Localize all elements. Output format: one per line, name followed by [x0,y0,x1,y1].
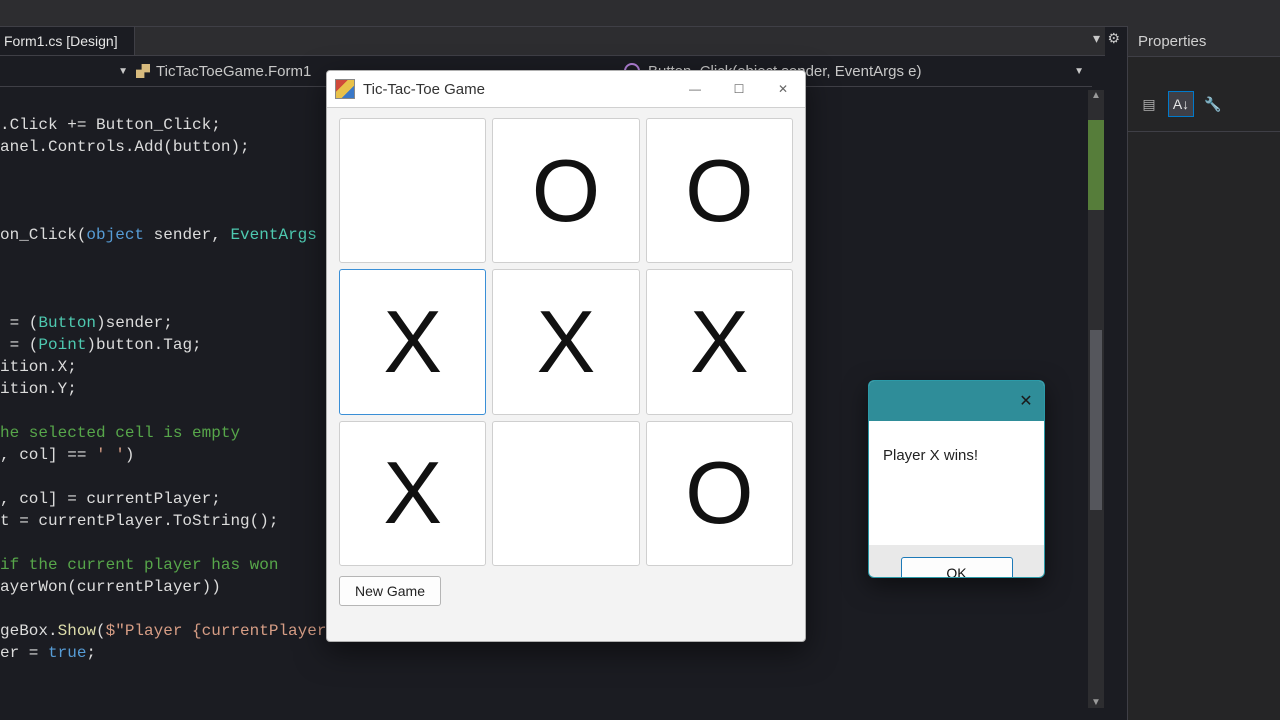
board-cell-6[interactable]: X [339,421,486,566]
editor-scrollbar[interactable]: ▲ ▼ [1088,90,1104,708]
chevron-down-icon: ▼ [118,66,128,77]
close-icon[interactable]: ✕ [1016,391,1036,411]
scrollbar-thumb[interactable] [1090,330,1102,510]
tab-settings-gear-icon[interactable]: ⚙ [1107,30,1120,47]
class-icon [136,64,150,78]
game-board: OOXXXXO [327,108,805,572]
board-cell-5[interactable]: X [646,269,793,414]
document-tab-strip: Form1.cs [Design] [0,26,1105,56]
board-cell-7[interactable] [492,421,639,566]
scroll-region-indicator [1088,120,1104,210]
minimize-button[interactable]: — [673,71,717,107]
scroll-up-icon[interactable]: ▲ [1088,90,1104,101]
tab-overflow-dropdown-icon[interactable]: ▾ [1093,30,1100,47]
properties-panel: Properties ▤ A↓ 🔧 [1127,26,1280,720]
board-cell-2[interactable]: O [646,118,793,263]
board-cell-4[interactable]: X [492,269,639,414]
board-cell-3[interactable]: X [339,269,486,414]
message-box-titlebar[interactable]: ✕ [869,381,1044,421]
categorized-view-button[interactable]: ▤ [1136,91,1162,117]
message-box-text: Player X wins! [869,421,1044,545]
board-cell-1[interactable]: O [492,118,639,263]
nav-class-label: TicTacToeGame.Form1 [156,63,311,80]
chevron-down-icon: ▼ [1074,66,1084,77]
properties-title: Properties [1128,26,1280,57]
scroll-down-icon[interactable]: ▼ [1088,697,1104,708]
alphabetical-view-button[interactable]: A↓ [1168,91,1194,117]
nav-scope-dropdown[interactable]: ▼ [0,66,136,77]
window-title: Tic-Tac-Toe Game [363,81,673,98]
board-cell-0[interactable] [339,118,486,263]
message-box-footer: OK [869,545,1044,578]
ok-button[interactable]: OK [901,557,1013,578]
tab-label: Form1.cs [Design] [4,33,118,49]
close-button[interactable]: ✕ [761,71,805,107]
new-game-button[interactable]: New Game [339,576,441,606]
ide-top-toolbar [0,0,1280,27]
maximize-button[interactable]: ☐ [717,71,761,107]
winforms-app-icon [335,79,355,99]
tab-form-designer[interactable]: Form1.cs [Design] [0,27,135,55]
property-pages-button[interactable]: 🔧 [1200,91,1226,117]
board-cell-8[interactable]: O [646,421,793,566]
message-box: ✕ Player X wins! OK [868,380,1045,578]
properties-toolbar: ▤ A↓ 🔧 [1128,57,1280,132]
tic-tac-toe-window: Tic-Tac-Toe Game — ☐ ✕ OOXXXXO New Game [326,70,806,642]
window-titlebar[interactable]: Tic-Tac-Toe Game — ☐ ✕ [327,71,805,108]
